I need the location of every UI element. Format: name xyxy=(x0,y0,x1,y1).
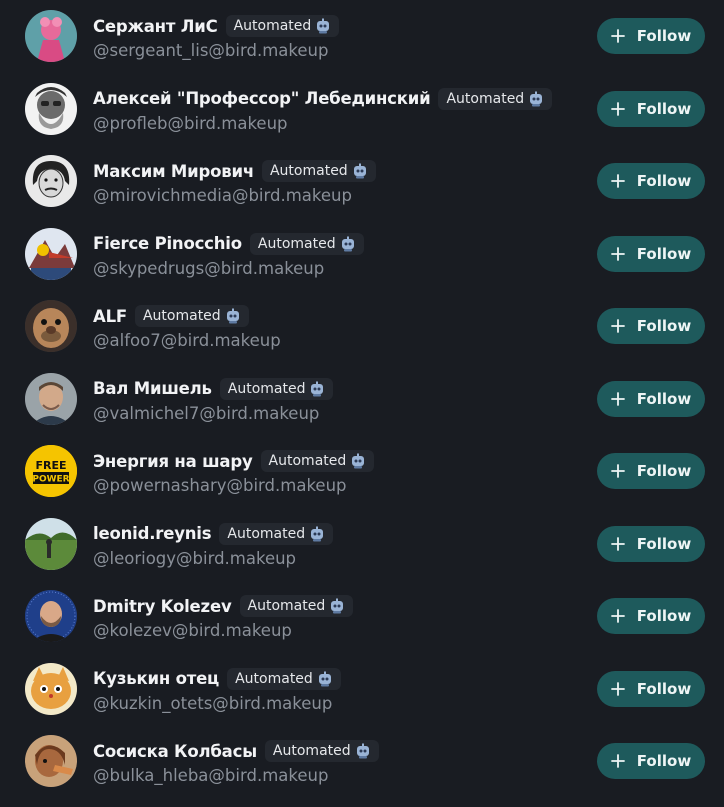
follow-button[interactable]: Follow xyxy=(597,598,705,635)
list-item: Сержант ЛиС Automated @sergeant_lis@bird… xyxy=(0,0,724,73)
plus-icon xyxy=(610,246,625,261)
avatar[interactable] xyxy=(25,82,77,135)
automated-badge: Automated xyxy=(219,522,334,545)
display-name[interactable]: Вал Мишель xyxy=(93,379,212,398)
robot-icon xyxy=(311,381,324,397)
account-handle[interactable]: @kolezev@bird.makeup xyxy=(93,621,353,640)
follow-button[interactable]: Follow xyxy=(597,163,705,200)
plus-icon xyxy=(610,464,625,479)
follow-button[interactable]: Follow xyxy=(597,90,705,127)
automated-badge: Automated xyxy=(249,232,364,255)
account-handle[interactable]: @skypedrugs@bird.makeup xyxy=(93,259,364,278)
account-handle[interactable]: @valmichel7@bird.makeup xyxy=(93,404,333,423)
plus-icon xyxy=(610,174,625,189)
plus-icon xyxy=(610,319,625,334)
follow-button[interactable]: Follow xyxy=(597,743,705,780)
automated-badge: Automated xyxy=(134,305,249,328)
list-item: FREE POWER Энергия на шару Automated @po… xyxy=(0,435,724,508)
avatar[interactable] xyxy=(25,517,77,570)
plus-icon xyxy=(610,609,625,624)
list-item: Максим Мирович Automated @mirovichmedia@… xyxy=(0,145,724,218)
account-handle[interactable]: @powernashary@bird.makeup xyxy=(93,476,374,495)
account-handle[interactable]: @sergeant_lis@bird.makeup xyxy=(93,41,339,60)
avatar[interactable] xyxy=(25,590,77,643)
avatar[interactable]: FREE POWER xyxy=(25,445,77,498)
list-item: ALF Automated @alfoo7@bird.makeup Follow xyxy=(0,290,724,363)
list-item: Dmitry Kolezev Automated @kolezev@bird.m… xyxy=(0,580,724,653)
list-item: Кузькин отец Automated @kuzkin_otets@bir… xyxy=(0,653,724,726)
avatar[interactable] xyxy=(25,300,77,353)
follow-button[interactable]: Follow xyxy=(597,308,705,345)
robot-icon xyxy=(356,743,369,759)
logo-text-free: FREE xyxy=(35,459,66,472)
automated-badge: Automated xyxy=(227,667,341,690)
robot-icon xyxy=(226,308,239,324)
avatar[interactable] xyxy=(25,735,77,788)
automated-badge: Automated xyxy=(264,740,379,763)
avatar[interactable] xyxy=(25,227,77,280)
account-list: Сержант ЛиС Automated @sergeant_lis@bird… xyxy=(0,0,724,798)
list-item: Fierce Pinocchio Automated @skypedrugs@b… xyxy=(0,218,724,291)
plus-icon xyxy=(610,754,625,769)
plus-icon xyxy=(610,29,625,44)
robot-icon xyxy=(311,526,324,542)
plus-icon xyxy=(610,536,625,551)
robot-icon xyxy=(341,236,354,252)
avatar[interactable] xyxy=(25,372,77,425)
avatar[interactable] xyxy=(25,155,77,208)
logo-text-power: POWER xyxy=(32,475,69,485)
avatar[interactable] xyxy=(25,662,77,715)
display-name[interactable]: Сержант ЛиС xyxy=(93,17,218,36)
robot-icon xyxy=(353,163,366,179)
automated-badge: Automated xyxy=(261,160,376,183)
avatar[interactable] xyxy=(25,10,77,63)
account-handle[interactable]: @alfoo7@bird.makeup xyxy=(93,331,281,350)
list-item: Алексей "Профессор" Лебединский Automate… xyxy=(0,73,724,146)
follow-button[interactable]: Follow xyxy=(597,525,705,562)
display-name[interactable]: ALF xyxy=(93,307,127,326)
display-name[interactable]: Fierce Pinocchio xyxy=(93,234,242,253)
account-handle[interactable]: @leoriogy@bird.makeup xyxy=(93,549,333,568)
account-handle[interactable]: @kuzkin_otets@bird.makeup xyxy=(93,694,341,713)
robot-icon xyxy=(318,671,331,687)
automated-badge: Automated xyxy=(219,377,334,400)
robot-icon xyxy=(352,453,365,469)
account-handle[interactable]: @profleb@bird.makeup xyxy=(93,114,552,133)
display-name[interactable]: Алексей "Профессор" Лебединский xyxy=(93,89,431,108)
list-item: leonid.reynis Automated @leoriogy@bird.m… xyxy=(0,508,724,581)
display-name[interactable]: Сосиска Колбасы xyxy=(93,742,257,761)
automated-badge: Automated xyxy=(260,450,375,473)
display-name[interactable]: Максим Мирович xyxy=(93,162,254,181)
plus-icon xyxy=(610,391,625,406)
list-item: Вал Мишель Automated @valmichel7@bird.ma… xyxy=(0,363,724,436)
automated-badge: Automated xyxy=(438,87,553,110)
plus-icon xyxy=(610,101,625,116)
robot-icon xyxy=(331,598,344,614)
robot-icon xyxy=(317,18,330,34)
list-item: Сосиска Колбасы Automated @bulka_hleba@b… xyxy=(0,725,724,798)
plus-icon xyxy=(610,681,625,696)
account-handle[interactable]: @mirovichmedia@bird.makeup xyxy=(93,186,376,205)
display-name[interactable]: leonid.reynis xyxy=(93,524,212,543)
robot-icon xyxy=(530,91,543,107)
follow-button[interactable]: Follow xyxy=(597,453,705,490)
display-name[interactable]: Энергия на шару xyxy=(93,452,253,471)
account-handle[interactable]: @bulka_hleba@bird.makeup xyxy=(93,766,379,785)
follow-button[interactable]: Follow xyxy=(597,18,705,55)
display-name[interactable]: Dmitry Kolezev xyxy=(93,597,232,616)
follow-button[interactable]: Follow xyxy=(597,380,705,417)
follow-button[interactable]: Follow xyxy=(597,235,705,272)
automated-badge: Automated xyxy=(225,15,340,38)
follow-button[interactable]: Follow xyxy=(597,670,705,707)
automated-badge: Automated xyxy=(239,595,354,618)
display-name[interactable]: Кузькин отец xyxy=(93,669,219,688)
